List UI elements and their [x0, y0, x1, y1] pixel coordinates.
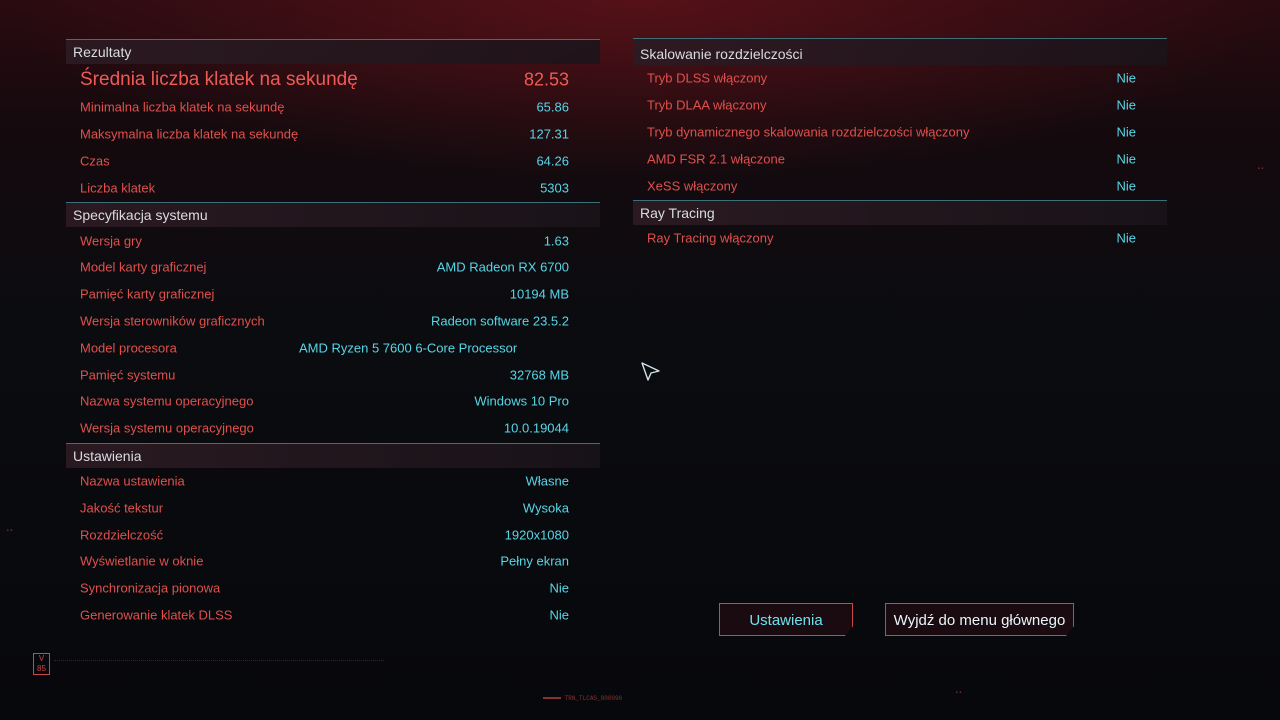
setting-label: Generowanie klatek DLSS: [80, 607, 233, 623]
scaling-row-dynamic-resolution: Tryb dynamicznego skalowania rozdzielczo…: [633, 119, 1167, 146]
setting-row-vsync: Synchronizacja pionowa Nie: [66, 575, 600, 602]
spec-label: Wersja systemu operacyjnego: [80, 420, 254, 436]
raytracing-section: Ray Tracing Ray Tracing włączony Nie: [633, 199, 1167, 252]
spec-row-game-version: Wersja gry 1.63: [66, 227, 600, 254]
spec-row-system-memory: Pamięć systemu 32768 MB: [66, 361, 600, 388]
stat-label: Średnia liczba klatek na sekundę: [80, 69, 358, 90]
spec-value: Windows 10 Pro: [474, 393, 569, 409]
stat-value: 82.53: [523, 69, 569, 90]
scaling-value: Nie: [1116, 151, 1136, 167]
stat-value: 127.31: [529, 126, 569, 142]
spec-row-os-version: Wersja systemu operacyjnego 10.0.19044: [66, 415, 600, 442]
scaling-row-dlaa: Tryb DLAA włączony Nie: [633, 92, 1167, 119]
scaling-label: Tryb DLAA włączony: [647, 97, 767, 113]
setting-row-texture-quality: Jakość tekstur Wysoka: [66, 494, 600, 521]
spec-label: Nazwa systemu operacyjnego: [80, 393, 254, 409]
setting-label: Nazwa ustawienia: [80, 473, 185, 489]
stat-row-time: Czas 64.26: [66, 148, 600, 175]
setting-row-dlss-frame-gen: Generowanie klatek DLSS Nie: [66, 602, 600, 629]
spec-label: Pamięć karty graficznej: [80, 286, 215, 302]
setting-value: Nie: [549, 607, 569, 623]
scaling-row-xess: XeSS włączony Nie: [633, 172, 1167, 199]
arrow-cursor-icon: [641, 362, 660, 381]
setting-value: Własne: [525, 473, 569, 489]
footer-code-text: TRN_TLCAS_800096: [564, 695, 623, 702]
spec-value: 10.0.19044: [503, 420, 569, 436]
spec-row-os-name: Nazwa systemu operacyjnego Windows 10 Pr…: [66, 388, 600, 415]
scaling-value: Nie: [1116, 178, 1136, 194]
spec-row-gpu-memory: Pamięć karty graficznej 10194 MB: [66, 281, 600, 308]
settings-header: Ustawienia: [66, 442, 600, 468]
stat-label: Minimalna liczba klatek na sekundę: [80, 99, 285, 115]
settings-button[interactable]: Ustawienia: [719, 603, 853, 636]
spec-row-driver-version: Wersja sterowników graficznych Radeon so…: [66, 308, 600, 335]
setting-row-resolution: Rozdzielczość 1920x1080: [66, 521, 600, 548]
stat-label: Maksymalna liczba klatek na sekundę: [80, 126, 299, 142]
scaling-value: Nie: [1116, 70, 1136, 86]
setting-row-preset: Nazwa ustawienia Własne: [66, 468, 600, 495]
spec-label: Wersja sterowników graficznych: [80, 313, 265, 329]
setting-value: Wysoka: [522, 500, 569, 516]
stat-label: Liczba klatek: [80, 180, 156, 196]
scaling-label: Tryb DLSS włączony: [647, 70, 768, 86]
spec-label: Pamięć systemu: [80, 367, 176, 383]
setting-value: 1920x1080: [504, 527, 569, 543]
scaling-label: XeSS włączony: [647, 178, 738, 194]
setting-value: Pełny ekran: [500, 553, 569, 569]
stat-label: Czas: [80, 153, 110, 169]
footer-code: TRN_TLCAS_800096: [543, 695, 622, 702]
scaling-row-dlss: Tryb DLSS włączony Nie: [633, 65, 1167, 92]
raytracing-label: Ray Tracing włączony: [647, 230, 774, 246]
scaling-label: AMD FSR 2.1 włączone: [647, 151, 785, 167]
scaling-section: Skalowanie rozdzielczości Tryb DLSS włąc…: [633, 38, 1167, 199]
results-header: Rezultaty: [66, 39, 600, 64]
spec-row-cpu-model: Model procesora AMD Ryzen 5 7600 6-Core …: [66, 334, 600, 361]
edge-marker-icon: ▪▪: [6, 527, 14, 534]
scaling-value: Nie: [1116, 124, 1136, 140]
footer-dash-icon: [543, 697, 561, 700]
scaling-header: Skalowanie rozdzielczości: [633, 38, 1167, 65]
spec-value: AMD Radeon RX 6700: [436, 259, 569, 275]
setting-label: Rozdzielczość: [80, 527, 164, 543]
setting-label: Synchronizacja pionowa: [80, 580, 221, 596]
stat-value: 64.26: [536, 153, 569, 169]
stat-row-max-fps: Maksymalna liczba klatek na sekundę 127.…: [66, 121, 600, 148]
raytracing-header: Ray Tracing: [633, 199, 1167, 225]
spec-label: Model procesora: [80, 340, 177, 356]
footer-fine-print-icon: [54, 660, 384, 673]
system-section: Specyfikacja systemu Wersja gry 1.63 Mod…: [66, 202, 600, 441]
setting-value: Nie: [549, 580, 569, 596]
settings-section: Ustawienia Nazwa ustawienia Własne Jakoś…: [66, 442, 600, 629]
edge-marker-icon: ▪▪: [1257, 165, 1265, 172]
spec-label: Model karty graficznej: [80, 259, 207, 275]
v85-logo-icon: V 85: [33, 653, 50, 675]
setting-label: Wyświetlanie w oknie: [80, 553, 204, 569]
spec-value: Radeon software 23.5.2: [430, 313, 569, 329]
edge-marker-icon: ▪▪: [955, 689, 963, 696]
stat-row-frames: Liczba klatek 5303: [66, 174, 600, 201]
spec-row-gpu-model: Model karty graficznej AMD Radeon RX 670…: [66, 254, 600, 281]
raytracing-row-enabled: Ray Tracing włączony Nie: [633, 225, 1167, 252]
setting-row-window-mode: Wyświetlanie w oknie Pełny ekran: [66, 548, 600, 575]
results-section: Rezultaty Średnia liczba klatek na sekun…: [66, 39, 600, 201]
stat-value: 5303: [540, 180, 569, 196]
setting-label: Jakość tekstur: [80, 500, 164, 516]
spec-label: Wersja gry: [80, 233, 142, 249]
scaling-value: Nie: [1116, 97, 1136, 113]
right-panel: Skalowanie rozdzielczości Tryb DLSS włąc…: [633, 38, 1167, 252]
stat-row-min-fps: Minimalna liczba klatek na sekundę 65.86: [66, 94, 600, 121]
spec-value: 1.63: [543, 233, 569, 249]
system-header: Specyfikacja systemu: [66, 202, 600, 228]
stat-value: 65.86: [536, 99, 569, 115]
exit-to-main-menu-button[interactable]: Wyjdź do menu głównego: [885, 603, 1074, 636]
raytracing-value: Nie: [1116, 230, 1136, 246]
scaling-row-fsr: AMD FSR 2.1 włączone Nie: [633, 145, 1167, 172]
spec-value: AMD Ryzen 5 7600 6-Core Processor: [299, 340, 518, 356]
scaling-label: Tryb dynamicznego skalowania rozdzielczo…: [647, 124, 970, 140]
side-deco-icon: [19, 295, 27, 435]
left-panel: Rezultaty Średnia liczba klatek na sekun…: [66, 39, 600, 628]
stat-row-avg-fps: Średnia liczba klatek na sekundę 82.53: [66, 66, 600, 94]
spec-value: 32768 MB: [509, 367, 569, 383]
spec-value: 10194 MB: [509, 286, 569, 302]
